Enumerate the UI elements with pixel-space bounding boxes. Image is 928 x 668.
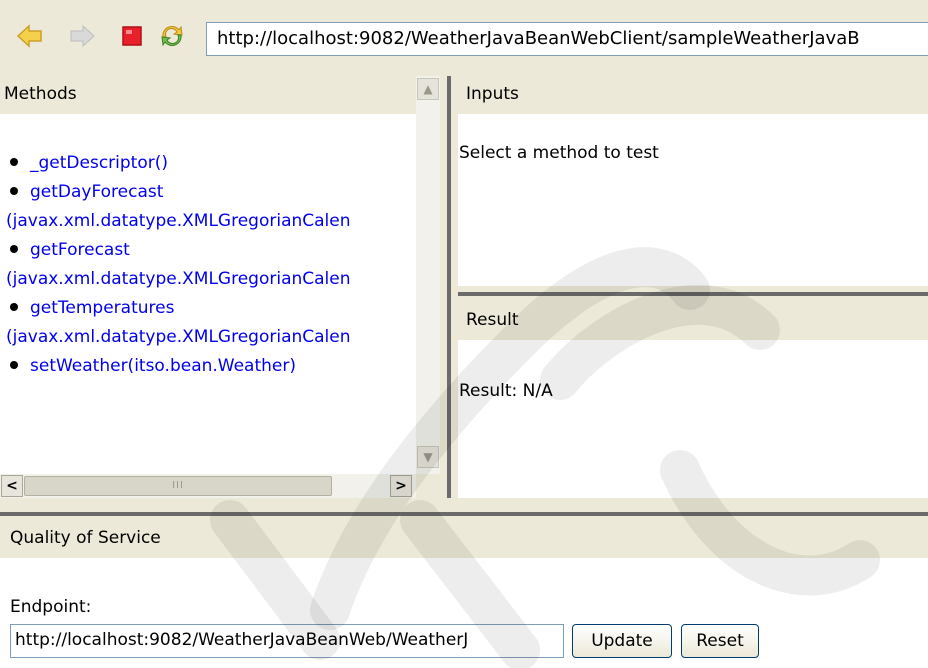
method-link-continuation[interactable]: (javax.xml.datatype.XMLGregorianCalen bbox=[6, 323, 416, 352]
list-item[interactable]: getForecast bbox=[10, 236, 416, 265]
result-header: Result bbox=[458, 302, 928, 340]
method-link[interactable]: _getDescriptor() bbox=[30, 153, 168, 173]
list-item[interactable]: setWeather(itso.bean.Weather) bbox=[10, 352, 416, 381]
browser-toolbar: http://localhost:9082/WeatherJavaBeanWeb… bbox=[0, 0, 928, 70]
scroll-up-icon[interactable]: ▲ bbox=[417, 78, 439, 100]
scroll-left-icon[interactable]: < bbox=[1, 475, 23, 497]
endpoint-field[interactable]: http://localhost:9082/WeatherJavaBeanWeb… bbox=[10, 624, 564, 658]
reset-button[interactable]: Reset bbox=[681, 624, 759, 658]
list-item[interactable]: _getDescriptor() bbox=[10, 149, 416, 178]
stop-icon[interactable] bbox=[118, 22, 146, 50]
result-message: Result: N/A bbox=[459, 381, 553, 401]
method-link-continuation[interactable]: (javax.xml.datatype.XMLGregorianCalen bbox=[6, 265, 416, 294]
refresh-icon[interactable] bbox=[158, 22, 186, 50]
vertical-scrollbar[interactable]: ▲ ▼ bbox=[416, 76, 440, 474]
inputs-message: Select a method to test bbox=[459, 143, 659, 163]
address-bar[interactable]: http://localhost:9082/WeatherJavaBeanWeb… bbox=[206, 22, 928, 56]
method-link-continuation[interactable]: (javax.xml.datatype.XMLGregorianCalen bbox=[6, 207, 416, 236]
endpoint-label: Endpoint: bbox=[10, 597, 92, 617]
frame-divider-line bbox=[447, 76, 451, 510]
forward-arrow-icon[interactable] bbox=[68, 22, 96, 50]
method-link[interactable]: setWeather(itso.bean.Weather) bbox=[30, 356, 296, 376]
method-link[interactable]: getDayForecast bbox=[30, 182, 163, 202]
horizontal-scrollbar[interactable]: < III > bbox=[0, 474, 416, 498]
update-button[interactable]: Update bbox=[572, 624, 672, 658]
qos-header: Quality of Service bbox=[0, 520, 928, 558]
scroll-thumb[interactable]: III bbox=[24, 476, 332, 496]
scrollbar-corner bbox=[416, 474, 440, 498]
list-item[interactable]: getTemperatures bbox=[10, 294, 416, 323]
scroll-right-icon[interactable]: > bbox=[390, 475, 412, 497]
back-arrow-icon[interactable] bbox=[16, 22, 44, 50]
method-link[interactable]: getTemperatures bbox=[30, 298, 174, 318]
frame-divider-line bbox=[0, 512, 928, 516]
methods-header: Methods bbox=[0, 76, 416, 114]
frame-divider[interactable] bbox=[0, 498, 928, 520]
methods-list: _getDescriptor() getDayForecast (javax.x… bbox=[6, 149, 416, 381]
inputs-header: Inputs bbox=[458, 76, 928, 114]
scroll-down-icon[interactable]: ▼ bbox=[417, 446, 439, 468]
frame-divider-line bbox=[458, 292, 928, 296]
list-item[interactable]: getDayForecast bbox=[10, 178, 416, 207]
method-link[interactable]: getForecast bbox=[30, 240, 130, 260]
